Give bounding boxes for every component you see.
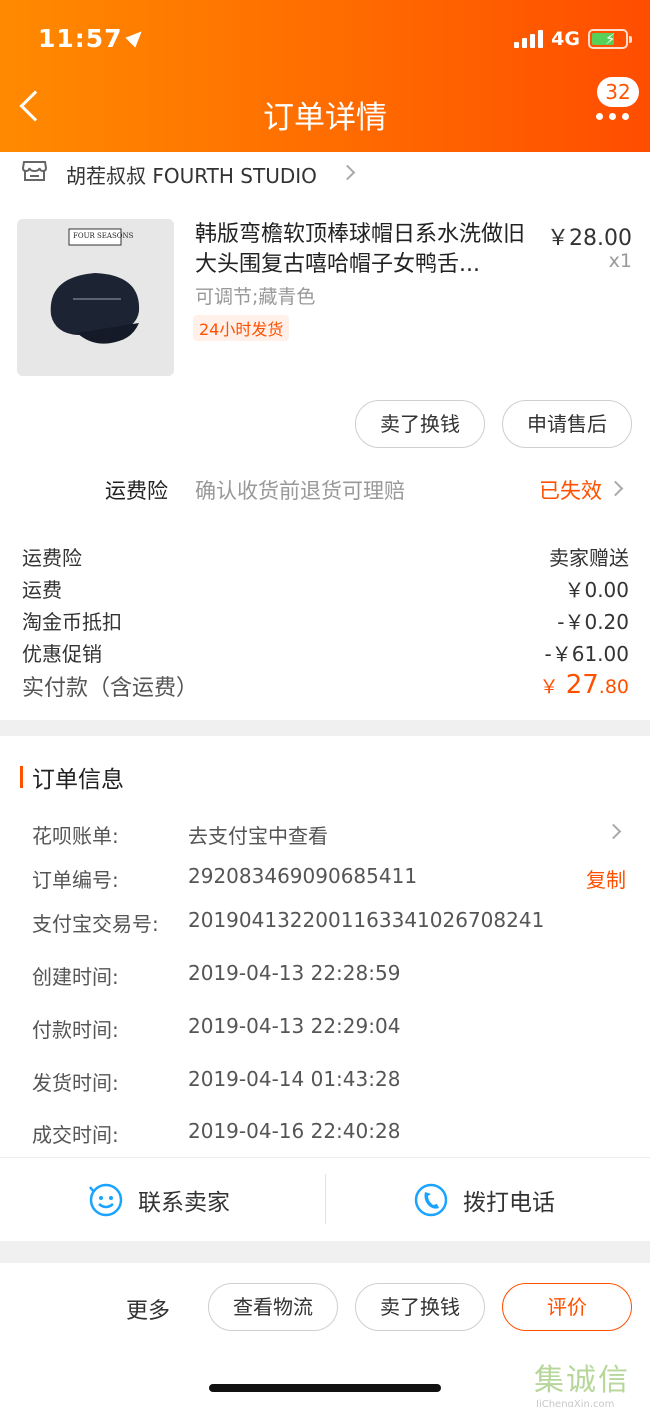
- insurance-description: 确认收货前退货可理赔: [195, 479, 405, 503]
- phone-icon: [414, 1183, 448, 1217]
- home-indicator: [209, 1384, 441, 1392]
- fee-label: 运费险: [22, 546, 82, 570]
- product-quantity: x1: [608, 250, 632, 272]
- contact-seller-button[interactable]: 联系卖家: [88, 1172, 230, 1228]
- store-icon: [22, 161, 47, 181]
- product-image[interactable]: FOUR SEASONS: [17, 219, 174, 376]
- status-time: 11:57: [38, 24, 147, 53]
- created-value: 2019-04-13 22:28:59: [188, 961, 401, 985]
- chevron-right-icon: [339, 164, 356, 181]
- accent-bar: [20, 766, 23, 788]
- fee-label: 优惠促销: [22, 642, 102, 666]
- shop-row[interactable]: 胡茬叔叔 FOURTH STUDIO: [0, 152, 650, 192]
- order-info-title: 订单信息: [32, 767, 124, 793]
- more-menu-icon[interactable]: [596, 113, 629, 120]
- chevron-right-icon: [607, 480, 624, 497]
- product-title[interactable]: 韩版弯檐软顶棒球帽日系水洗做旧大头围复古嘻哈帽子女鸭舌...: [195, 220, 525, 280]
- fee-row-insurance: 运费险 卖家赠送: [22, 542, 629, 571]
- huabei-link[interactable]: 去支付宝中查看: [188, 820, 328, 849]
- shipped-label: 发货时间:: [32, 1071, 119, 1095]
- review-button[interactable]: 评价: [502, 1283, 632, 1331]
- resell-button[interactable]: 卖了换钱: [355, 400, 485, 448]
- fee-label: 淘金币抵扣: [22, 610, 122, 634]
- alipay-no-value: 2019041322001163341026708241: [188, 908, 545, 932]
- cap-image-icon: [17, 219, 174, 376]
- page-title: 订单详情: [263, 100, 387, 136]
- total-integer: 27: [565, 670, 599, 700]
- total-currency: ￥: [539, 676, 559, 698]
- battery-icon: ⚡: [588, 29, 632, 49]
- call-seller-button[interactable]: 拨打电话: [413, 1172, 555, 1228]
- total-label: 实付款（含运费）: [22, 676, 199, 701]
- paid-value: 2019-04-13 22:29:04: [188, 1014, 401, 1038]
- section-divider: [0, 720, 650, 736]
- message-count-badge: 32: [597, 77, 639, 107]
- total-row: 实付款（含运费） ￥ 27.80: [22, 670, 629, 702]
- after-sale-button[interactable]: 申请售后: [502, 400, 632, 448]
- fee-label: 运费: [22, 578, 62, 602]
- total-decimal: .80: [598, 676, 629, 698]
- status-indicators: 4G ⚡: [514, 28, 632, 50]
- order-no-label: 订单编号:: [32, 868, 119, 892]
- shop-name: 胡茬叔叔 FOURTH STUDIO: [66, 164, 317, 188]
- fee-row-coins: 淘金币抵扣 -￥0.20: [22, 606, 629, 635]
- shipped-value: 2019-04-14 01:43:28: [188, 1067, 401, 1091]
- section-divider: [0, 1241, 650, 1263]
- nav-header: 11:57 4G ⚡ 订单详情 32: [0, 0, 650, 152]
- insurance-status[interactable]: 已失效: [539, 475, 602, 505]
- copy-button[interactable]: 复制: [586, 864, 626, 893]
- fee-value: -￥0.20: [557, 610, 629, 634]
- completed-label: 成交时间:: [32, 1123, 119, 1147]
- view-logistics-button[interactable]: 查看物流: [208, 1283, 338, 1331]
- fee-row-promotion: 优惠促销 -￥61.00: [22, 638, 629, 667]
- network-type: 4G: [551, 28, 580, 50]
- created-label: 创建时间:: [32, 965, 119, 989]
- paid-label: 付款时间:: [32, 1018, 119, 1042]
- chat-face-icon: [89, 1183, 123, 1217]
- contact-seller-label: 联系卖家: [138, 1190, 230, 1216]
- shipping-tag: 24小时发货: [193, 315, 290, 341]
- watermark-logo: 集诚信: [534, 1363, 630, 1398]
- chevron-right-icon: [605, 823, 622, 840]
- row-divider: [0, 1157, 650, 1158]
- product-price: ￥28.00: [547, 226, 632, 251]
- product-spec: 可调节;藏青色: [195, 286, 316, 308]
- fee-value: -￥61.00: [544, 642, 629, 666]
- order-no-value: 292083469090685411: [188, 864, 418, 888]
- cap-brand-text: FOUR SEASONS: [73, 232, 134, 240]
- total-amount: ￥ 27.80: [540, 670, 629, 702]
- watermark-url: JiChengXin.com: [536, 1399, 615, 1407]
- vertical-divider: [325, 1174, 326, 1224]
- more-button[interactable]: 更多: [126, 1293, 170, 1325]
- signal-icon: [514, 30, 544, 48]
- huabei-label: 花呗账单:: [32, 824, 119, 848]
- insurance-label: 运费险: [105, 479, 168, 503]
- completed-value: 2019-04-16 22:40:28: [188, 1119, 401, 1143]
- fee-value: 卖家赠送: [549, 546, 629, 570]
- fee-row-shipping: 运费 ￥0.00: [22, 574, 629, 603]
- watermark: 集诚信 JiChengXin.com: [534, 1355, 650, 1407]
- alipay-no-label: 支付宝交易号:: [32, 912, 159, 936]
- call-seller-label: 拨打电话: [463, 1190, 555, 1216]
- location-arrow-icon: [124, 26, 147, 48]
- resell-button-bottom[interactable]: 卖了换钱: [355, 1283, 485, 1331]
- order-info-heading: 订单信息: [20, 760, 124, 794]
- fee-value: ￥0.00: [564, 578, 629, 602]
